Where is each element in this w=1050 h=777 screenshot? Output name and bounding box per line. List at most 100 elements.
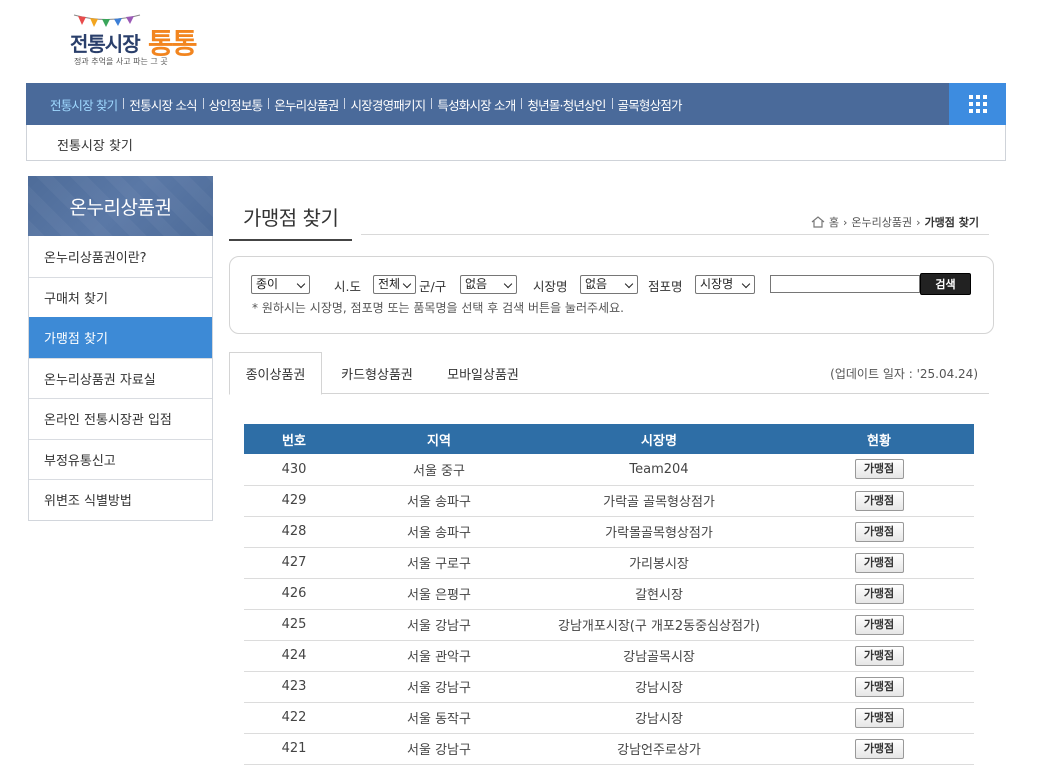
search-button[interactable]: 검색 [920, 273, 971, 295]
update-date: (업데이트 일자 : '25.04.24) [830, 367, 978, 381]
breadcrumb-home[interactable]: 홈 [829, 214, 839, 230]
merchant-list-button[interactable]: 가맹점 [854, 583, 904, 604]
merchant-list-button[interactable]: 가맹점 [854, 707, 904, 728]
row-market-name: 강남개포시장(구 개포2동중심상점가) [534, 609, 784, 641]
nav-item-2[interactable]: 상인정보통 [202, 95, 269, 114]
merchant-list-button[interactable]: 가맹점 [854, 490, 904, 511]
row-market-name: 강남시장 [534, 671, 784, 703]
table-row: 428 서울 송파구 가락몰골목형상점가 가맹점 [244, 516, 974, 548]
nav-item-4[interactable]: 시장경영패키지 [344, 95, 431, 114]
tab-card-voucher[interactable]: 카드형상품권 [327, 352, 427, 394]
row-status: 가맹점 [784, 671, 974, 703]
table-row: 425 서울 강남구 강남개포시장(구 개포2동중심상점가) 가맹점 [244, 609, 974, 641]
sidebar: 온누리상품권 온누리상품권이란? 구매처 찾기 가맹점 찾기 온누리상품권 자료실 온라… [28, 176, 213, 521]
table-row: 426 서울 은평구 갈현시장 가맹점 [244, 578, 974, 610]
nav-item-6[interactable]: 청년몰·청년상인 [521, 95, 611, 114]
tab-paper-voucher[interactable]: 종이상품권 [229, 352, 322, 395]
search-panel: 종이 시.도 전체 군/구 없음 시장명 없음 점포명 시장명 검색 * 원하시… [229, 256, 994, 334]
merchant-list-button[interactable]: 가맹점 [854, 552, 904, 573]
merchant-list-button[interactable]: 가맹점 [854, 521, 904, 542]
row-region: 서울 관악구 [344, 640, 534, 672]
sidebar-title-text: 온누리상품권 [69, 196, 172, 219]
tab-mobile-voucher[interactable]: 모바일상품권 [433, 352, 533, 394]
page-title: 가맹점 찾기 [229, 196, 353, 241]
nav-item-0[interactable]: 전통시장 찾기 [46, 95, 123, 114]
row-region: 서울 송파구 [344, 516, 534, 548]
merchant-list-button[interactable]: 가맹점 [854, 645, 904, 666]
row-status: 가맹점 [784, 485, 974, 517]
row-number: 422 [244, 702, 344, 734]
all-menu-button[interactable] [949, 83, 1006, 125]
row-number: 427 [244, 547, 344, 579]
sidebar-item-6[interactable]: 위변조 식별방법 [29, 479, 212, 520]
row-status: 가맹점 [784, 640, 974, 672]
logo-tagline: 정과 추억을 사고 파는 그 곳 [74, 57, 168, 66]
row-market-name: 가리봉시장 [534, 547, 784, 579]
table-row: 429 서울 송파구 가락골 골목형상점가 가맹점 [244, 485, 974, 517]
table-row: 430 서울 중구 Team204 가맹점 [244, 454, 974, 486]
table-header-row: 번호 지역 시장명 현황 [244, 424, 974, 454]
table-row: 422 서울 동작구 강남시장 가맹점 [244, 702, 974, 734]
logo-text: 전통시장 [70, 32, 141, 56]
breadcrumb: 홈 › 온누리상품권 › 가맹점 찾기 [811, 214, 979, 230]
main-navigation: 전통시장 찾기 전통시장 소식 상인정보통 온누리상품권 시장경영패키지 특성화시장 소개… [26, 83, 1006, 125]
row-region: 서울 강남구 [344, 609, 534, 641]
row-number: 428 [244, 516, 344, 548]
sidebar-item-1[interactable]: 구매처 찾기 [29, 276, 212, 318]
sidebar-item-4[interactable]: 온라인 전통시장관 입점 [29, 398, 212, 439]
header-region: 지역 [344, 424, 534, 454]
row-region: 서울 은평구 [344, 578, 534, 610]
nav-item-3[interactable]: 온누리상품권 [268, 95, 344, 114]
sidebar-menu: 온누리상품권이란? 구매처 찾기 가맹점 찾기 온누리상품권 자료실 온라인 전통시장관… [28, 236, 213, 521]
chevron-right-icon: › [843, 215, 848, 229]
nav-item-1[interactable]: 전통시장 소식 [123, 95, 202, 114]
sub-nav-item[interactable]: 전통시장 찾기 [57, 135, 133, 154]
title-divider [361, 234, 989, 235]
row-status: 가맹점 [784, 578, 974, 610]
merchant-list-button[interactable]: 가맹점 [854, 459, 904, 480]
table-body: 430 서울 중구 Team204 가맹점 429 서울 송파구 가락골 골목형상점가 가맹점… [244, 454, 974, 765]
nav-item-5[interactable]: 특성화시장 소개 [431, 95, 521, 114]
sidebar-title: 온누리상품권 [28, 176, 213, 236]
sido-label: 시.도 [334, 279, 361, 294]
merchant-list-button[interactable]: 가맹점 [854, 738, 904, 759]
breadcrumb-current: 가맹점 찾기 [924, 216, 979, 229]
row-market-name: 강남골목시장 [534, 640, 784, 672]
table-row: 424 서울 관악구 강남골목시장 가맹점 [244, 640, 974, 672]
row-region: 서울 강남구 [344, 671, 534, 703]
header-market: 시장명 [534, 424, 784, 454]
merchant-list-button[interactable]: 가맹점 [854, 676, 904, 697]
merchant-list-button[interactable]: 가맹점 [854, 614, 904, 635]
row-status: 가맹점 [784, 702, 974, 734]
sidebar-item-5[interactable]: 부정유통신고 [29, 438, 212, 480]
sidebar-item-3[interactable]: 온누리상품권 자료실 [29, 357, 212, 399]
nav-item-7[interactable]: 골목형상점가 [611, 95, 688, 114]
market-label: 시장명 [533, 279, 568, 294]
row-region: 서울 중구 [344, 454, 534, 486]
row-market-name: 갈현시장 [534, 578, 784, 610]
row-market-name: 가락골 골목형상점가 [534, 485, 784, 517]
row-market-name: 강남시장 [534, 702, 784, 734]
table-row: 427 서울 구로구 가리봉시장 가맹점 [244, 547, 974, 579]
row-region: 서울 송파구 [344, 485, 534, 517]
site-logo[interactable]: 전통시장 통통 정과 추억을 사고 파는 그 곳 [70, 12, 200, 70]
row-status: 가맹점 [784, 733, 974, 765]
gugun-select[interactable]: 없음 [460, 275, 517, 294]
sidebar-item-2[interactable]: 가맹점 찾기 [29, 317, 212, 358]
row-number: 421 [244, 733, 344, 765]
voucher-type-select[interactable]: 종이 [251, 275, 310, 294]
bunting-flags-icon [73, 14, 141, 27]
row-number: 430 [244, 454, 344, 486]
search-field-select[interactable]: 시장명 [695, 275, 755, 294]
search-input[interactable] [770, 275, 920, 293]
breadcrumb-section[interactable]: 온누리상품권 [851, 214, 912, 230]
row-number: 425 [244, 609, 344, 641]
row-number: 424 [244, 640, 344, 672]
row-region: 서울 동작구 [344, 702, 534, 734]
table-row: 423 서울 강남구 강남시장 가맹점 [244, 671, 974, 703]
sidebar-item-0[interactable]: 온누리상품권이란? [29, 236, 212, 277]
sido-select[interactable]: 전체 [373, 275, 416, 294]
row-region: 서울 구로구 [344, 547, 534, 579]
market-select[interactable]: 없음 [580, 275, 638, 294]
row-number: 429 [244, 485, 344, 517]
